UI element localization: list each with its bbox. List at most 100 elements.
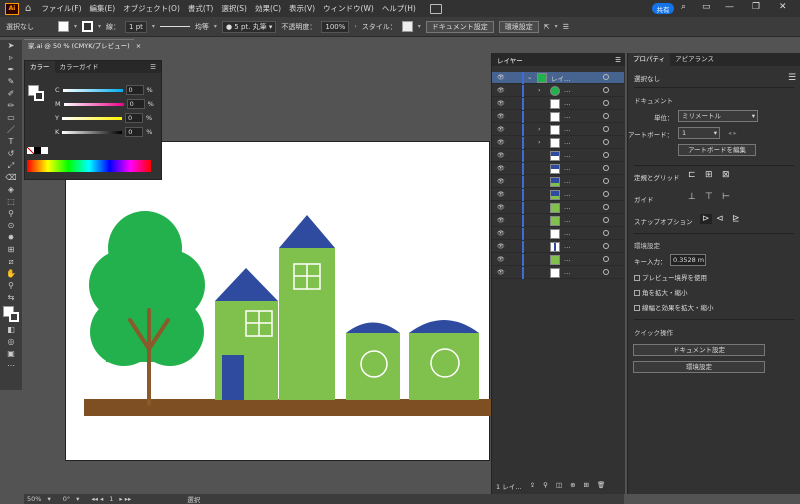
layer-name[interactable]: … [564, 268, 571, 276]
close-tab-icon[interactable]: × [136, 42, 141, 50]
eye-icon[interactable]: 👁 [497, 126, 505, 133]
layer-name[interactable]: … [564, 164, 571, 172]
yellow-value[interactable]: 0 [124, 113, 143, 123]
transparency-grid-icon[interactable]: ⊠ [722, 170, 730, 180]
yellow-slider[interactable]: Y 0 % [55, 112, 152, 124]
menu-effect[interactable]: 効果(C) [255, 3, 281, 14]
style-swatch[interactable] [401, 21, 413, 32]
layer-name[interactable]: … [564, 255, 571, 263]
layer-row[interactable]: 👁… [492, 111, 624, 123]
layer-row[interactable]: 👁… [492, 215, 624, 227]
draw-mode-icon[interactable]: ◎ [0, 336, 22, 348]
layer-name[interactable]: レイ… [551, 73, 571, 83]
target-circle-icon[interactable] [603, 126, 609, 132]
restore-icon[interactable]: ❐ [752, 2, 760, 12]
black-value[interactable]: 0 [125, 127, 144, 137]
magenta-bar[interactable] [63, 102, 124, 106]
target-circle-icon[interactable] [603, 243, 609, 249]
layer-row[interactable]: 👁… [492, 228, 624, 240]
tab-color-guide[interactable]: カラーガイド [55, 61, 104, 73]
eraser-tool-icon[interactable]: ⌫ [0, 172, 22, 184]
layer-row[interactable]: 👁 ›… [492, 137, 624, 149]
blend-tool-icon[interactable]: ⊙ [0, 220, 22, 232]
export-icon[interactable]: ⇪ [530, 481, 535, 491]
tab-properties[interactable]: プロパティ [628, 53, 671, 66]
white-swatch[interactable] [41, 147, 48, 154]
line-tool-icon[interactable]: ／ [0, 124, 22, 136]
document-settings-button[interactable]: ドキュメント設定 [425, 20, 494, 33]
target-circle-icon[interactable] [603, 217, 609, 223]
layer-name[interactable]: … [564, 216, 571, 224]
preferences-button[interactable]: 環境設定 [633, 361, 765, 373]
layer-row[interactable]: 👁 › … [492, 124, 624, 136]
eye-icon[interactable]: 👁 [497, 113, 505, 120]
show-guides-icon[interactable]: ⊥ [688, 192, 696, 202]
stroke-color-box[interactable] [34, 91, 44, 101]
swap-fill-stroke-icon[interactable]: ⇆ [0, 292, 22, 304]
target-circle-icon[interactable] [603, 152, 609, 158]
target-circle-icon[interactable] [603, 139, 609, 145]
eyedropper-tool-icon[interactable]: ⚲ [0, 208, 22, 220]
checkbox-box[interactable] [634, 290, 640, 296]
lock-guides-icon[interactable]: ⊤ [705, 192, 713, 202]
layer-row[interactable]: 👁 ⌄ レイ… [492, 72, 624, 84]
curvature-tool-icon[interactable]: ✎ [0, 76, 22, 88]
menu-edit[interactable]: 編集(E) [90, 3, 116, 14]
layer-row[interactable]: 👁… [492, 202, 624, 214]
snap-point-icon[interactable]: ⊳ [700, 214, 712, 224]
tab-appearance[interactable]: アピアランス [670, 53, 719, 66]
new-layer-icon[interactable]: ⊞ [584, 481, 589, 491]
panel-menu-icon[interactable]: ☰ [615, 56, 621, 64]
eye-icon[interactable]: 👁 [497, 178, 505, 185]
layer-row[interactable]: 👁 ›… [492, 85, 624, 97]
eye-icon[interactable]: 👁 [497, 100, 505, 107]
home-icon[interactable]: ⌂ [25, 3, 31, 14]
chevron-right-icon[interactable]: › [538, 125, 541, 133]
opacity-field[interactable]: 100% [321, 20, 350, 33]
artboard-select[interactable]: 1 ▾ [678, 127, 720, 139]
chevron-down-icon[interactable]: ▾ [98, 23, 101, 30]
artboard-nav-icon[interactable]: ◂◂ ◂ [91, 495, 103, 503]
ruler-icon[interactable]: ⊏ [688, 170, 696, 180]
stroke-weight-field[interactable]: 1 pt [125, 20, 147, 33]
target-circle-icon[interactable] [603, 256, 609, 262]
eye-icon[interactable]: 👁 [497, 74, 505, 81]
artboard[interactable] [65, 141, 491, 461]
free-transform-tool-icon[interactable]: ⬚ [0, 196, 22, 208]
zoom-level[interactable]: 50% [27, 495, 41, 503]
pencil-tool-icon[interactable]: ✏ [0, 100, 22, 112]
scale-tool-icon[interactable]: ⤢ [0, 160, 22, 172]
slice-tool-icon[interactable]: ⧄ [0, 256, 22, 268]
target-circle-icon[interactable] [603, 230, 609, 236]
panel-toggle-icon[interactable]: ▭ [702, 2, 711, 12]
chevron-down-icon[interactable]: ⌄ [527, 73, 532, 81]
artboard-tool-icon[interactable]: ⊞ [0, 244, 22, 256]
close-icon[interactable]: ✕ [779, 2, 787, 12]
layer-name[interactable]: … [564, 151, 571, 159]
layer-name[interactable]: … [564, 203, 571, 211]
target-circle-icon[interactable] [603, 113, 609, 119]
chevron-down-icon[interactable]: ▾ [214, 23, 217, 30]
layer-name[interactable]: … [564, 112, 571, 120]
eye-icon[interactable]: 👁 [497, 191, 505, 198]
shape-builder-tool-icon[interactable]: ◈ [0, 184, 22, 196]
black-swatch[interactable] [34, 147, 41, 154]
layer-name[interactable]: … [564, 125, 571, 133]
black-bar[interactable] [62, 130, 123, 134]
clipping-mask-icon[interactable]: ◫ [556, 481, 562, 491]
color-mode-icon[interactable]: ◧ [0, 324, 22, 336]
chevron-down-icon[interactable]: ▾ [74, 23, 77, 30]
share-button[interactable]: 共有 [652, 3, 674, 14]
scale-corners-checkbox[interactable]: 角を拡大・縮小 [634, 287, 688, 297]
magenta-slider[interactable]: M 0 % [55, 98, 154, 110]
chevron-right-icon[interactable]: › [538, 86, 541, 94]
fill-swatch[interactable] [58, 21, 69, 32]
black-slider[interactable]: K 0 % [55, 126, 152, 138]
artboard-nav-icon[interactable]: ▸ ▸▸ [119, 495, 131, 503]
cyan-bar[interactable] [62, 88, 123, 92]
hand-tool-icon[interactable]: ✋ [0, 268, 22, 280]
chevron-right-icon[interactable]: › [354, 23, 356, 30]
rotation-angle[interactable]: 0° [63, 495, 70, 503]
magenta-value[interactable]: 0 [126, 99, 145, 109]
target-circle-icon[interactable] [603, 87, 609, 93]
